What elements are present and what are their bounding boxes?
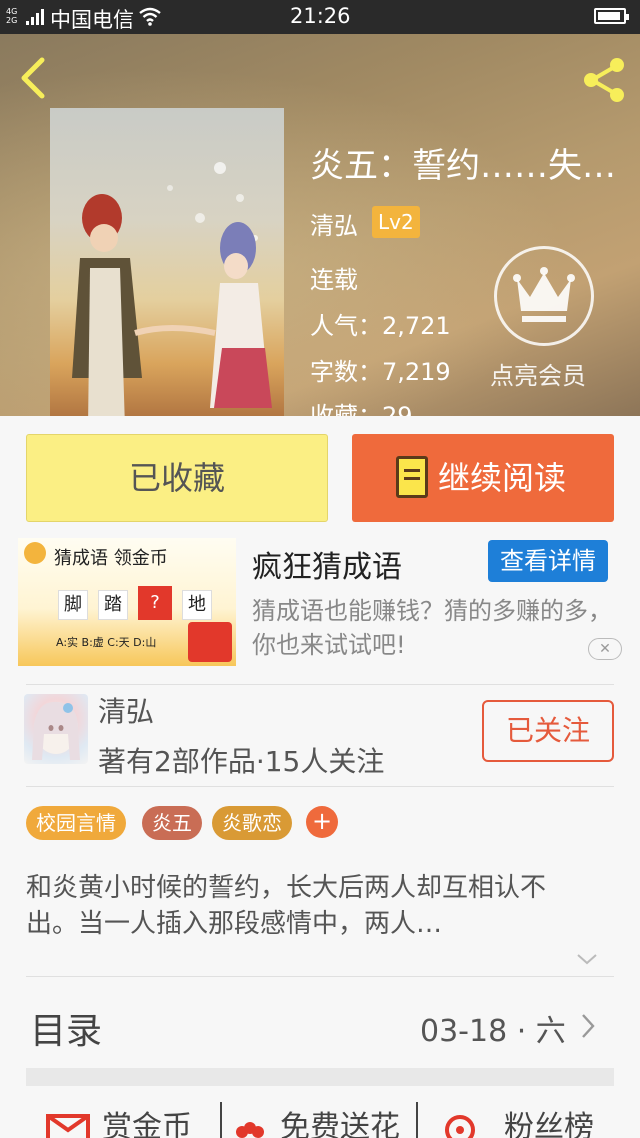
author-card-stats: 著有2部作品·15人关注 — [98, 745, 385, 778]
vip-label[interactable]: 点亮会员 — [490, 356, 586, 391]
favorited-button[interactable]: 已收藏 — [26, 434, 328, 522]
ad-char-3: ? — [138, 586, 172, 620]
level-badge: Lv2 — [372, 206, 420, 238]
free-flowers-button[interactable]: 免费送花 — [280, 1102, 400, 1138]
tag-xiaoyuan-yanqing[interactable]: 校园言情 — [26, 806, 126, 840]
clock: 21:26 — [290, 4, 351, 28]
separator — [416, 1102, 418, 1138]
add-tag-button[interactable]: + — [306, 806, 338, 838]
signal-icon — [26, 9, 46, 25]
chevron-down-icon[interactable] — [576, 952, 598, 966]
status-bar: 4G 2G 中国电信 21:26 — [0, 0, 640, 34]
ad-description: 猜成语也能赚钱？猜的多赚的多，你也来试试吧! — [252, 597, 612, 659]
book-icon — [396, 456, 428, 498]
crown-icon — [513, 267, 575, 322]
follow-button[interactable]: 已关注 — [482, 700, 614, 762]
divider — [26, 786, 614, 787]
book-header: 炎五：誓约……失… 清弘 Lv2 连载 人气：2,721 字数：7,219 收藏… — [0, 34, 640, 416]
chevron-right-icon[interactable] — [580, 1012, 596, 1040]
support-bar: 赏金币 免费送花 粉丝榜 — [26, 1102, 614, 1138]
fans-ranking-button[interactable]: 粉丝榜 — [504, 1102, 594, 1138]
tag-yangelian[interactable]: 炎歌恋 — [212, 806, 292, 840]
ad-char-2: 踏 — [98, 590, 128, 620]
ad-title[interactable]: 疯狂猜成语 — [252, 542, 402, 586]
separator — [220, 1102, 222, 1138]
continue-reading-label: 继续阅读 — [438, 459, 567, 497]
popularity-count: 人气：2,721 — [310, 312, 451, 340]
word-count: 字数：7,219 — [310, 358, 451, 386]
ad-image[interactable]: 猜成语 领金币 脚 踏 ? 地 A:实 B:虚 C:天 D:山 — [18, 538, 236, 666]
share-button[interactable] — [578, 54, 630, 106]
serial-status: 连载 — [310, 266, 358, 294]
cover-illustration — [72, 162, 272, 416]
continue-reading-button[interactable]: 继续阅读 — [352, 434, 614, 522]
toc-title[interactable]: 目录 — [30, 1002, 102, 1054]
section-separator — [26, 1068, 614, 1086]
author-avatar[interactable] — [24, 694, 88, 764]
flower-icon — [236, 1122, 264, 1138]
wifi-icon — [139, 7, 161, 26]
synopsis-text[interactable]: 和炎黄小时候的誓约，长大后两人却互相认不出。当一人插入那段感情中，两人… — [26, 870, 596, 942]
ad-options: A:实 B:虚 C:天 D:山 — [56, 636, 157, 649]
book-title: 炎五：誓约……失… — [310, 146, 616, 186]
vip-button[interactable] — [494, 246, 594, 346]
book-detail-content: 已收藏 继续阅读 猜成语 领金币 脚 踏 ? 地 A:实 B:虚 C:天 D:山… — [0, 416, 640, 1138]
divider — [26, 684, 614, 685]
coin-icon — [24, 542, 46, 564]
red-envelope-icon — [188, 622, 232, 662]
author-card-name[interactable]: 清弘 — [98, 690, 154, 730]
tag-yanwu[interactable]: 炎五 — [142, 806, 202, 840]
author-name[interactable]: 清弘 — [310, 206, 358, 241]
battery-icon — [594, 8, 629, 24]
book-cover-image[interactable] — [50, 108, 284, 416]
share-icon — [584, 58, 624, 102]
ad-close-button[interactable]: ✕ — [588, 638, 622, 660]
ad-char-4: 地 — [182, 590, 212, 620]
medal-icon — [445, 1115, 475, 1138]
avatar-illustration — [32, 701, 80, 760]
toc-update-date[interactable]: 03-18 · 六 — [420, 1006, 566, 1050]
chevron-left-icon — [21, 57, 45, 99]
ad-char-1: 脚 — [58, 590, 88, 620]
divider — [26, 976, 614, 977]
reward-coins-button[interactable]: 赏金币 — [102, 1102, 192, 1138]
ad-detail-button[interactable]: 查看详情 — [488, 540, 608, 582]
ad-image-headline: 猜成语 领金币 — [54, 548, 168, 569]
back-button[interactable] — [14, 56, 54, 100]
carrier-name: 中国电信 — [50, 8, 134, 32]
envelope-icon — [46, 1114, 90, 1138]
favorites-count: 收藏：29 — [310, 402, 413, 416]
network-type: 4G 2G — [6, 7, 18, 25]
